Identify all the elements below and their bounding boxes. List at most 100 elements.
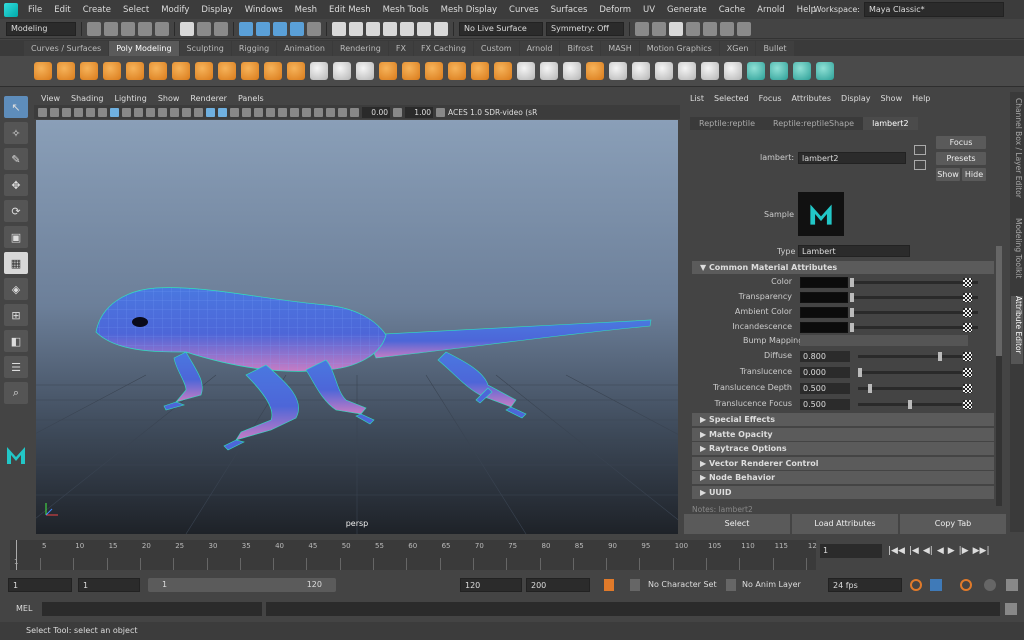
input-connection-icon[interactable]: [914, 145, 926, 155]
ae-menu-list[interactable]: List: [690, 94, 704, 103]
input-ops-icon[interactable]: [349, 21, 363, 36]
section-raytrace-options[interactable]: ▶ Raytrace Options: [692, 442, 994, 455]
render-settings-icon[interactable]: [434, 21, 448, 36]
script-language-toggle[interactable]: MEL: [16, 604, 32, 613]
shelf-tab-fx-caching[interactable]: FX Caching: [413, 41, 473, 56]
modeling-toolkit-tab[interactable]: Modeling Toolkit: [1011, 218, 1023, 288]
platonic-solid-icon[interactable]: [195, 62, 213, 80]
camera-attributes-icon[interactable]: [50, 107, 59, 117]
select-camera-icon[interactable]: [38, 107, 47, 117]
select-object-icon[interactable]: [197, 21, 211, 36]
shelf-tab-rigging[interactable]: Rigging: [231, 41, 277, 56]
uv-automatic-icon[interactable]: [770, 62, 788, 80]
isolate-select-icon[interactable]: [314, 107, 323, 117]
poly-cylinder-icon[interactable]: [80, 62, 98, 80]
insert-edge-loop-icon[interactable]: [724, 62, 742, 80]
symmetry-dropdown[interactable]: Symmetry: Off: [546, 21, 624, 36]
view-transform-label[interactable]: ACES 1.0 SDR-video (sR: [448, 108, 542, 117]
ae-tab-reptile-reptileshape[interactable]: Reptile:reptileShape: [764, 116, 864, 130]
viewport-menu-panels[interactable]: Panels: [238, 94, 264, 103]
poly-text-icon[interactable]: [264, 62, 282, 80]
go-to-start-icon[interactable]: |◀◀: [888, 546, 905, 556]
single-perspective-layout-icon[interactable]: ◈: [4, 278, 28, 300]
menu-edit[interactable]: Edit: [48, 5, 76, 15]
viewport-menu-view[interactable]: View: [41, 94, 60, 103]
open-scene-icon[interactable]: [104, 21, 118, 36]
ae-menu-focus[interactable]: Focus: [759, 94, 782, 103]
shelf-tab-bullet[interactable]: Bullet: [756, 41, 794, 56]
ae-menu-help[interactable]: Help: [912, 94, 930, 103]
uv-editor-icon[interactable]: [793, 62, 811, 80]
shelf-tab-mash[interactable]: MASH: [601, 41, 639, 56]
shelf-tab-arnold[interactable]: Arnold: [519, 41, 560, 56]
reptile-mesh[interactable]: [95, 287, 652, 451]
color-swatch[interactable]: [800, 277, 848, 288]
redo-icon[interactable]: [155, 21, 169, 36]
loop-icon[interactable]: [910, 579, 922, 591]
menu-curves[interactable]: Curves: [503, 5, 545, 15]
exposure-field[interactable]: 0.00: [362, 106, 390, 118]
lasso-tool-icon[interactable]: ✧: [4, 122, 28, 144]
color-swatch[interactable]: [800, 322, 848, 333]
poly-disc-icon[interactable]: [172, 62, 190, 80]
snap-grid-icon[interactable]: [239, 21, 253, 36]
xray-icon[interactable]: [326, 107, 335, 117]
ae-menu-display[interactable]: Display: [841, 94, 871, 103]
playback-start-field[interactable]: 1: [78, 578, 140, 592]
menu-modify[interactable]: Modify: [155, 5, 195, 15]
append-icon[interactable]: [609, 62, 627, 80]
channel-box-tab[interactable]: Channel Box / Layer Editor: [1011, 98, 1023, 208]
snap-view-plane-icon[interactable]: [290, 21, 304, 36]
copy-tab-button[interactable]: Copy Tab: [900, 514, 1006, 534]
fill-hole-icon[interactable]: [586, 62, 604, 80]
exposure-icon[interactable]: [350, 107, 359, 117]
anim-layer-label[interactable]: No Anim Layer: [742, 578, 806, 592]
motion-blur-icon[interactable]: [278, 107, 287, 117]
render-setup-icon[interactable]: [720, 21, 734, 36]
shelf-tab-curves-surfaces[interactable]: Curves / Surfaces: [24, 41, 109, 56]
shelf-tab-xgen[interactable]: XGen: [719, 41, 756, 56]
shelf-tab-fx[interactable]: FX: [388, 41, 413, 56]
ipr-render-icon[interactable]: [417, 21, 431, 36]
menu-mesh[interactable]: Mesh: [289, 5, 323, 15]
menu-uv[interactable]: UV: [637, 5, 661, 15]
image-plane-icon[interactable]: [74, 107, 83, 117]
anti-alias-icon[interactable]: [290, 107, 299, 117]
go-to-end-icon[interactable]: ▶▶|: [973, 546, 990, 556]
section-uuid[interactable]: ▶ UUID: [692, 485, 994, 499]
attr-value-field[interactable]: 0.800: [800, 351, 850, 362]
slider-knob[interactable]: [858, 368, 862, 377]
target-weld-icon[interactable]: [678, 62, 696, 80]
section-vector-renderer-control[interactable]: ▶ Vector Renderer Control: [692, 456, 994, 470]
save-scene-icon[interactable]: [121, 21, 135, 36]
section-matte-opacity[interactable]: ▶ Matte Opacity: [692, 427, 994, 441]
remesh-icon[interactable]: [471, 62, 489, 80]
script-editor-icon[interactable]: [1005, 603, 1017, 615]
attr-slider[interactable]: [858, 384, 962, 393]
select-tool-icon[interactable]: ↖: [4, 96, 28, 118]
viewport-menu-renderer[interactable]: Renderer: [190, 94, 227, 103]
slider-knob[interactable]: [850, 278, 854, 287]
attr-value-field[interactable]: 0.500: [800, 399, 850, 410]
map-button-icon[interactable]: [963, 368, 972, 377]
attr-slider[interactable]: [858, 400, 962, 409]
menu-set-dropdown[interactable]: Modeling: [6, 21, 76, 36]
four-view-layout-icon[interactable]: ⊞: [4, 304, 28, 326]
retopo-icon[interactable]: [494, 62, 512, 80]
menu-windows[interactable]: Windows: [239, 5, 289, 15]
map-button-icon[interactable]: [963, 400, 972, 409]
start-time-field[interactable]: 1: [8, 578, 72, 592]
persp-outliner-layout-icon[interactable]: ◧: [4, 330, 28, 352]
use-lights-icon[interactable]: [242, 107, 251, 117]
character-set-icon[interactable]: [630, 579, 640, 591]
slider-knob[interactable]: [850, 293, 854, 302]
auto-key-icon[interactable]: [604, 579, 614, 591]
time-slider[interactable]: 1510152025303540455055606570758085909510…: [10, 540, 817, 570]
ae-menu-selected[interactable]: Selected: [714, 94, 749, 103]
connect-icon[interactable]: [701, 62, 719, 80]
shelf-tab-bifrost[interactable]: Bifrost: [560, 41, 601, 56]
poly-star-icon[interactable]: [241, 62, 259, 80]
attr-slider[interactable]: [858, 352, 962, 361]
attr-slider[interactable]: [850, 323, 978, 332]
render-view-icon[interactable]: [686, 21, 700, 36]
